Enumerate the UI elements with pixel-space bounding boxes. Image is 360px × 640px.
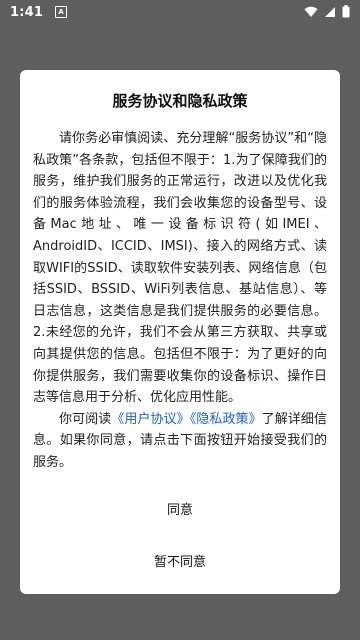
terms-paragraph: 请你务必审慎阅读、充分理解“服务协议”和“隐私政策”各条款，包括但不限于：1.为…: [33, 131, 327, 406]
status-bar: 1:41 A: [0, 0, 360, 24]
dialog-body: 请你务必审慎阅读、充分理解“服务协议”和“隐私政策”各条款，包括但不限于：1.为…: [33, 128, 327, 474]
status-time: 1:41: [10, 4, 44, 20]
read-more-paragraph: 你可阅读《用户协议》《隐私政策》了解详细信息。如果你同意，请点击下面按钮开始接受…: [33, 409, 327, 474]
read-more-prefix: 你可阅读: [59, 411, 112, 427]
wifi-icon: [304, 6, 318, 18]
dialog-title: 服务协议和隐私政策: [112, 92, 248, 110]
user-agreement-link[interactable]: 《用户协议》: [111, 412, 189, 427]
agree-button[interactable]: 同意: [20, 488, 340, 528]
privacy-policy-link[interactable]: 《隐私政策》: [190, 412, 262, 427]
status-icons: [304, 5, 350, 18]
disagree-button[interactable]: 暂不同意: [20, 540, 340, 580]
cellular-signal-icon: [324, 6, 336, 18]
battery-icon: [342, 5, 350, 18]
privacy-dialog: 服务协议和隐私政策 请你务必审慎阅读、充分理解“服务协议”和“隐私政策”各条款，…: [20, 70, 340, 594]
notification-a-icon: A: [55, 6, 68, 18]
